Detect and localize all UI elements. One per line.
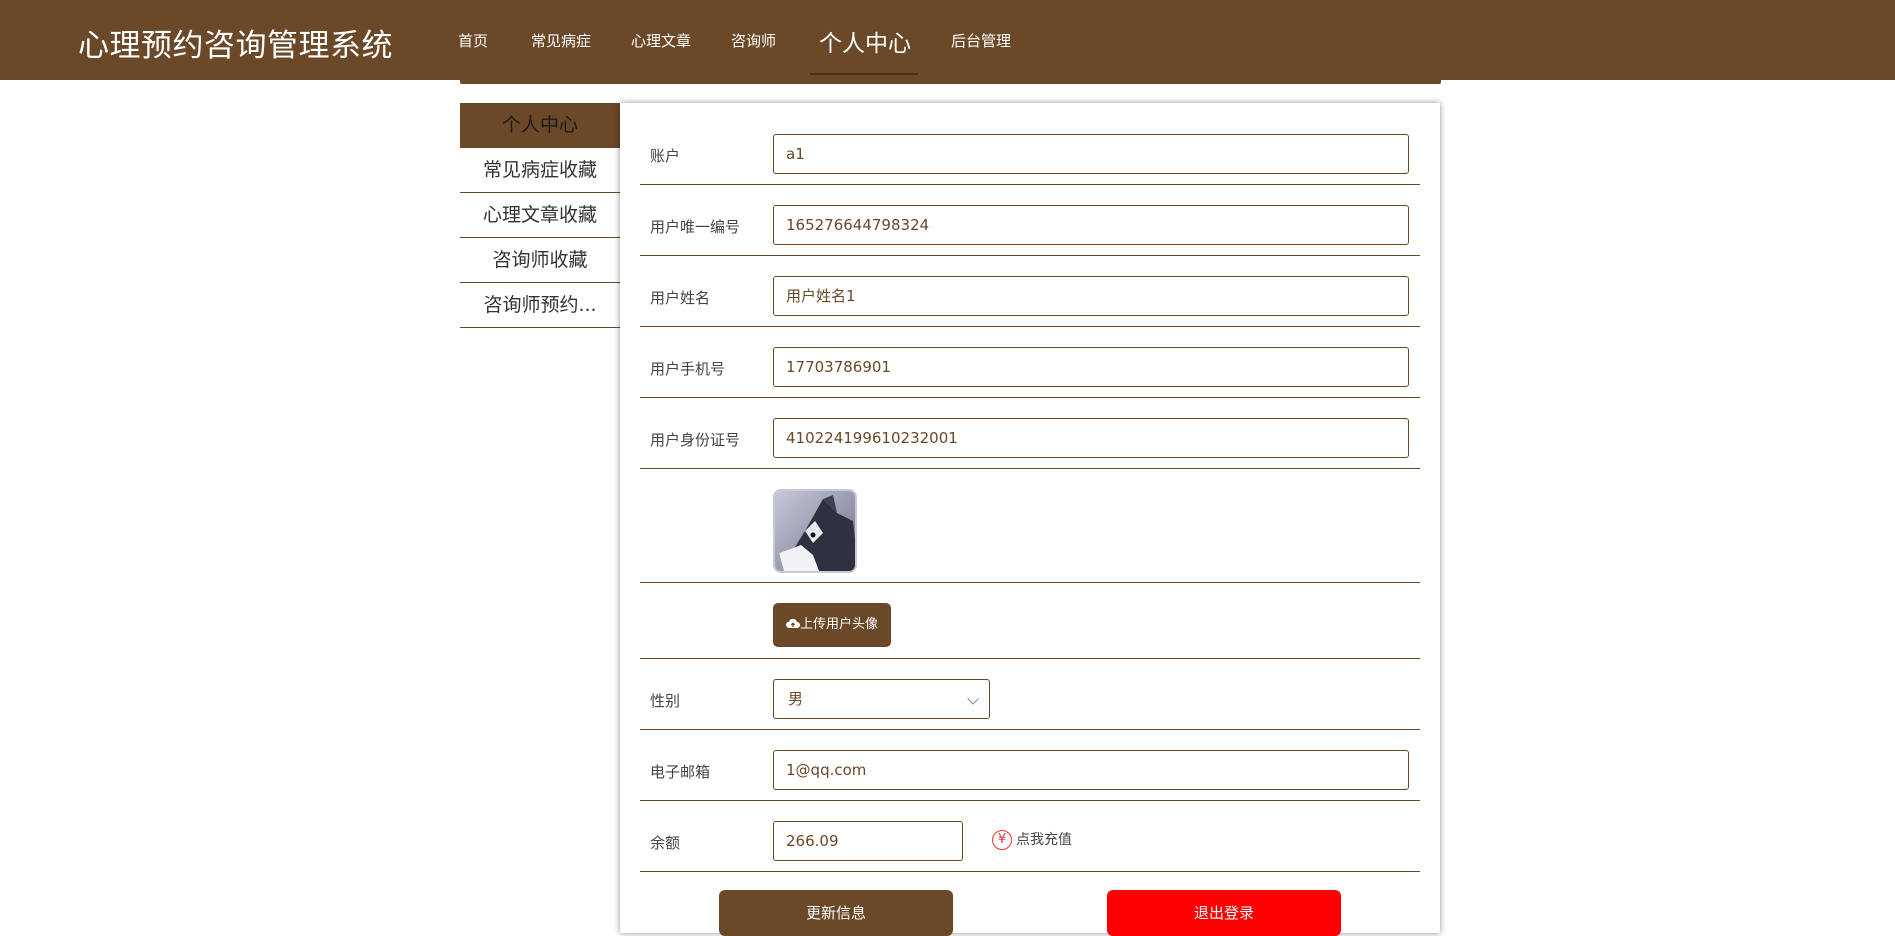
id-card-row: 用户身份证号 410224199610232001 (640, 398, 1420, 469)
gender-row: 性别 男 (640, 659, 1420, 730)
sidebar-item-symptom-favorites[interactable]: 常见病症收藏 (460, 148, 620, 193)
site-title: 心理预约咨询管理系统 (78, 28, 393, 64)
account-label: 账户 (650, 147, 681, 165)
upload-avatar-button[interactable]: 上传用户头像 (773, 603, 891, 647)
nav-psych-articles[interactable]: 心理文章 (631, 30, 691, 51)
user-avatar (773, 489, 857, 573)
nav-common-symptoms[interactable]: 常见病症 (531, 30, 591, 51)
panel-top-border (460, 80, 1441, 84)
yen-icon: ¥ (992, 830, 1012, 850)
phone-label: 用户手机号 (650, 360, 726, 378)
id-card-input[interactable]: 410224199610232001 (773, 418, 1409, 458)
sidebar-item-counselor-appointments[interactable]: 咨询师预约... (460, 283, 620, 328)
chevron-down-icon (967, 693, 979, 705)
sidebar-item-counselor-favorites[interactable]: 咨询师收藏 (460, 238, 620, 283)
active-nav-indicator (810, 73, 918, 75)
avatar-row (640, 469, 1420, 583)
update-info-button[interactable]: 更新信息 (719, 890, 953, 936)
upload-avatar-label: 上传用户头像 (799, 617, 878, 632)
gender-selected-value: 男 (788, 690, 804, 708)
name-row: 用户姓名 用户姓名1 (640, 256, 1420, 327)
balance-label: 余额 (650, 834, 681, 852)
email-label: 电子邮箱 (650, 763, 711, 781)
name-label: 用户姓名 (650, 289, 711, 307)
user-id-label: 用户唯一编号 (650, 218, 741, 236)
logout-button[interactable]: 退出登录 (1107, 890, 1341, 936)
cloud-upload-icon (786, 618, 800, 629)
nav-personal-center[interactable]: 个人中心 (819, 24, 911, 58)
sidebar-menu: 个人中心 常见病症收藏 心理文章收藏 咨询师收藏 咨询师预约... (460, 103, 620, 328)
user-id-row: 用户唯一编号 165276644798324 (640, 185, 1420, 256)
phone-row: 用户手机号 17703786901 (640, 327, 1420, 398)
balance-input[interactable]: 266.09 (773, 821, 963, 861)
nav-admin[interactable]: 后台管理 (951, 30, 1011, 51)
gender-select[interactable]: 男 (773, 679, 990, 719)
account-input[interactable]: a1 (773, 134, 1409, 174)
nav-counselors[interactable]: 咨询师 (731, 30, 776, 51)
balance-row: 余额 266.09 ¥ 点我充值 (640, 801, 1420, 872)
upload-row: 上传用户头像 (640, 583, 1420, 659)
sidebar-item-personal-center[interactable]: 个人中心 (460, 103, 620, 148)
phone-input[interactable]: 17703786901 (773, 347, 1409, 387)
id-card-label: 用户身份证号 (650, 431, 741, 449)
gender-label: 性别 (650, 692, 681, 710)
account-row: 账户 a1 (640, 103, 1420, 185)
sidebar-item-article-favorites[interactable]: 心理文章收藏 (460, 193, 620, 238)
recharge-link[interactable]: ¥ 点我充值 (992, 829, 1072, 850)
recharge-label: 点我充值 (1016, 832, 1072, 848)
name-input[interactable]: 用户姓名1 (773, 276, 1409, 316)
top-navigation-bar: 心理预约咨询管理系统 首页 常见病症 心理文章 咨询师 个人中心 后台管理 (0, 0, 1895, 80)
email-row: 电子邮箱 1@qq.com (640, 730, 1420, 801)
email-input[interactable]: 1@qq.com (773, 750, 1409, 790)
nav-home[interactable]: 首页 (458, 30, 488, 51)
user-id-input[interactable]: 165276644798324 (773, 205, 1409, 245)
profile-form-card: 账户 a1 用户唯一编号 165276644798324 用户姓名 用户姓名1 … (620, 103, 1440, 936)
